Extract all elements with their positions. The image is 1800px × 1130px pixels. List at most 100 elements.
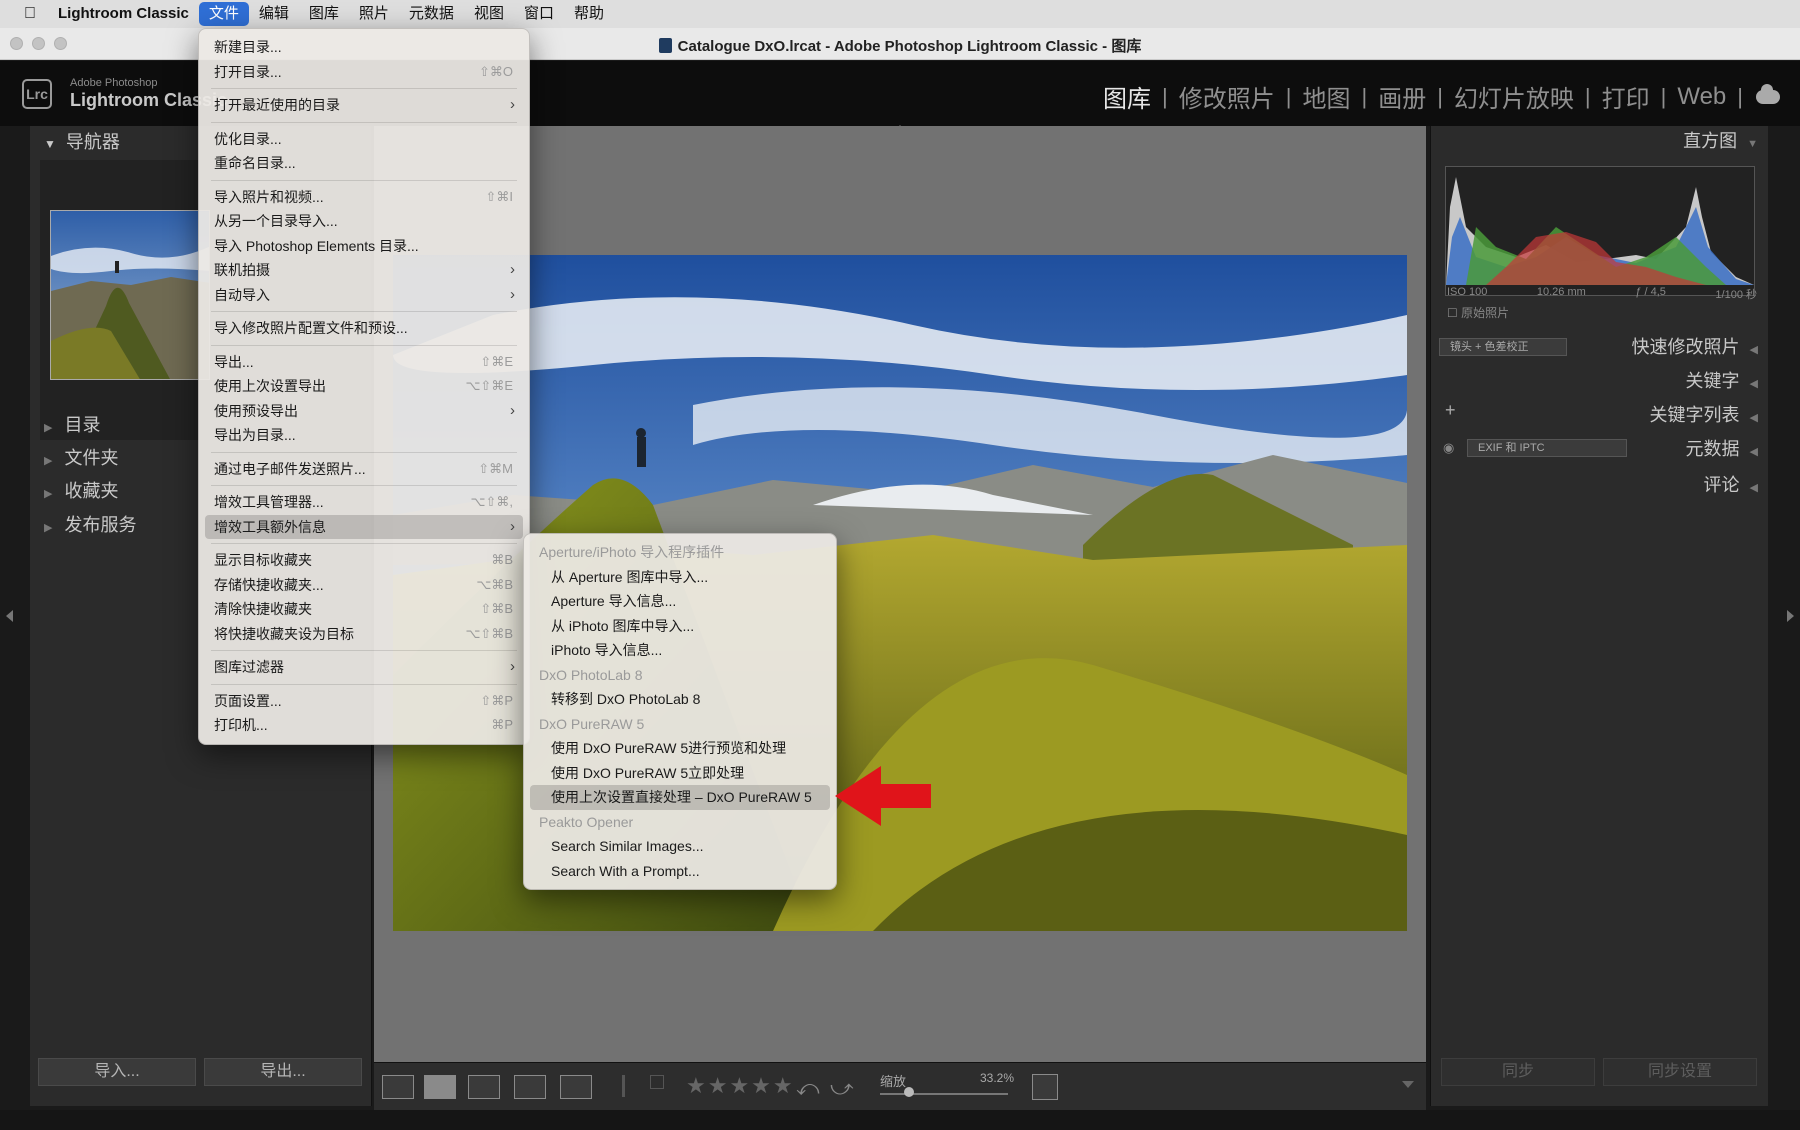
menu-item-pureraw-now[interactable]: 使用 DxO PureRAW 5立即处理 [524,761,836,786]
keyword-list-header[interactable]: 关键字列表 ◀ [1438,400,1758,430]
menu-item-export-catalog[interactable]: 导出为目录... [199,423,529,448]
compare-view-icon[interactable] [468,1075,500,1099]
export-button[interactable]: 导出... [204,1058,362,1086]
module-print[interactable]: 打印 [1602,79,1650,114]
menu-item-open-recent[interactable]: 打开最近使用的目录 › [199,93,529,118]
cloud-sync-icon[interactable] [1756,83,1780,104]
menu-item-pureraw-preview[interactable]: 使用 DxO PureRAW 5进行预览和处理 [524,736,836,761]
menu-item-export-previous[interactable]: 使用上次设置导出 ⌥⇧⌘E [199,374,529,399]
menu-item-tethered-capture[interactable]: 联机拍摄 › [199,258,529,283]
menu-app-name[interactable]: Lightroom Classic [48,0,199,28]
import-button[interactable]: 导入... [38,1058,196,1086]
menu-item-search-similar[interactable]: Search Similar Images... [524,834,836,859]
menu-file[interactable]: 文件 [198,2,249,26]
zoom-label: 缩放 [880,1074,907,1089]
menu-item-label: 自动导入 [214,286,270,303]
module-library[interactable]: 图库 [1103,79,1151,114]
zoom-slider-handle[interactable] [904,1087,914,1097]
histogram-header[interactable]: 直方图 ▼ [1438,126,1758,156]
menu-item-export-preset[interactable]: 使用预设导出 › [199,399,529,424]
menu-library[interactable]: 图库 [299,0,349,28]
survey-view-icon[interactable] [514,1075,546,1099]
menu-help[interactable]: 帮助 [564,0,614,28]
menu-item-show-target-collection[interactable]: 显示目标收藏夹 ⌘B [199,548,529,573]
flag-icon[interactable] [622,1075,636,1097]
apple-icon[interactable]:  [12,5,48,23]
menu-item-plugin-extras[interactable]: 增效工具额外信息 › [205,514,523,539]
menu-item-transfer-photolab[interactable]: 转移到 DxO PhotoLab 8 [524,687,836,712]
menu-metadata[interactable]: 元数据 [399,0,464,28]
comments-header[interactable]: 评论 ◀ [1438,470,1758,500]
menu-item-iphoto-import[interactable]: 从 iPhoto 图库中导入... [524,614,836,639]
menu-item-auto-import[interactable]: 自动导入 › [199,283,529,308]
menu-item-rename-catalog[interactable]: 重命名目录... [199,151,529,176]
menu-item-new-catalog[interactable]: 新建目录... [199,35,529,60]
zoom-slider-track[interactable] [880,1093,1008,1095]
menu-view[interactable]: 视图 [464,0,514,28]
rotate-right-icon[interactable]: ⤻ [830,1075,854,1101]
menu-item-optimize-catalog[interactable]: 优化目录... [199,127,529,152]
menu-item-import-photos[interactable]: 导入照片和视频... ⇧⌘I [199,185,529,210]
menu-window[interactable]: 窗口 [514,0,564,28]
menu-item-iphoto-info[interactable]: iPhoto 导入信息... [524,638,836,663]
histogram[interactable] [1445,166,1755,296]
reject-flag-icon[interactable] [650,1075,664,1089]
menu-item-import-from-catalog[interactable]: 从另一个目录导入... [199,209,529,234]
menu-item-import-pse[interactable]: 导入 Photoshop Elements 目录... [199,234,529,259]
module-separator: | [1162,83,1168,109]
menu-item-pureraw-last-settings[interactable]: 使用上次设置直接处理 – DxO PureRAW 5 [530,785,830,810]
menu-item-import-profiles[interactable]: 导入修改照片配置文件和预设... [199,316,529,341]
module-develop[interactable]: 修改照片 [1179,79,1275,114]
menu-item-label: 从另一个目录导入... [214,213,338,229]
toolbar-menu-icon[interactable] [1402,1081,1414,1088]
navigator-thumbnail[interactable] [50,210,210,380]
grid-view-icon[interactable] [382,1075,414,1099]
keywording-header[interactable]: 关键字 ◀ [1438,366,1758,396]
sync-button[interactable]: 同步 [1441,1058,1595,1086]
menu-item-search-prompt[interactable]: Search With a Prompt... [524,859,836,884]
quick-develop-header[interactable]: 快速修改照片 ◀ [1438,332,1758,362]
crop-overlay-icon[interactable] [1032,1074,1058,1100]
menu-item-set-quick-target[interactable]: 将快捷收藏夹设为目标 ⌥⇧⌘B [199,622,529,647]
keywording-label: 关键字 [1685,371,1740,391]
collapse-left-panel-icon[interactable] [6,610,13,622]
module-separator: | [1437,83,1443,109]
menu-item-library-filters[interactable]: 图库过滤器 › [199,655,529,680]
rotate-left-icon[interactable]: ⤺ [796,1075,820,1101]
iso-value: ISO 100 [1447,286,1488,298]
module-map[interactable]: 地图 [1302,79,1350,114]
menu-shortcut: ⇧⌘O [478,63,513,79]
menu-item-save-quick-collection[interactable]: 存储快捷收藏夹... ⌥⌘B [199,573,529,598]
menu-item-email-photos[interactable]: 通过电子邮件发送照片... ⇧⌘M [199,457,529,482]
histogram-label: 直方图 [1683,131,1738,151]
menu-item-page-setup[interactable]: 页面设置... ⇧⌘P [199,689,529,714]
menu-item-plugin-manager[interactable]: 增效工具管理器... ⌥⇧⌘, [199,490,529,515]
menu-item-open-catalog[interactable]: 打开目录... ⇧⌘O [199,60,529,85]
menu-item-label: 导出... [214,353,254,370]
module-book[interactable]: 画册 [1378,79,1426,114]
people-view-icon[interactable] [560,1075,592,1099]
metadata-header[interactable]: 元数据 ◀ [1438,434,1758,464]
menu-item-export[interactable]: 导出... ⇧⌘E [199,350,529,375]
triangle-left-icon: ◀ [1749,344,1758,356]
sync-settings-button[interactable]: 同步设置 [1603,1058,1757,1086]
submenu-header-aperture: Aperture/iPhoto 导入程序插件 [539,544,725,560]
menu-item-clear-quick-collection[interactable]: 清除快捷收藏夹 ⇧⌘B [199,597,529,622]
loupe-view-icon[interactable] [424,1075,456,1099]
menu-bar:  Lightroom Classic 文件 编辑 图库 照片 元数据 视图 窗… [0,0,1800,28]
menu-item-printer[interactable]: 打印机... ⌘P [199,713,529,738]
collapse-right-panel-icon[interactable] [1787,610,1794,622]
menu-item-label: 清除快捷收藏夹 [214,601,312,617]
module-web[interactable]: Web [1677,83,1726,111]
triangle-right-icon: ▶ [44,455,53,467]
module-slideshow[interactable]: 幻灯片放映 [1454,79,1574,114]
thumbnail-image [51,211,209,379]
original-photo-toggle[interactable]: ☐ 原始照片 [1447,304,1509,321]
rating-stars[interactable]: ★★★★★ [686,1073,795,1099]
menu-item-aperture-import[interactable]: 从 Aperture 图库中导入... [524,565,836,590]
library-toolbar: ★★★★★ ⤺ ⤻ 缩放 33.2% [374,1062,1426,1110]
menu-item-aperture-info[interactable]: Aperture 导入信息... [524,589,836,614]
menu-edit[interactable]: 编辑 [249,0,299,28]
filmstrip-collapsed[interactable] [0,1110,1800,1130]
menu-photo[interactable]: 照片 [349,0,399,28]
